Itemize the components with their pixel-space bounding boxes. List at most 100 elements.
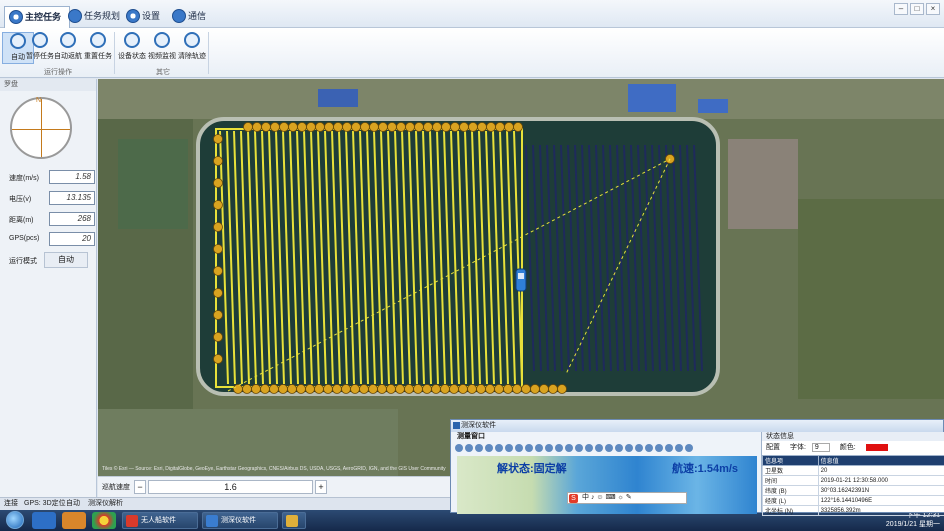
waypoint-marker[interactable] <box>260 384 270 394</box>
waypoint-marker[interactable] <box>548 384 558 394</box>
waypoint-marker[interactable] <box>369 122 379 132</box>
waypoint-marker[interactable] <box>288 122 298 132</box>
toolbar-icon[interactable] <box>535 444 543 452</box>
waypoint-marker[interactable] <box>441 122 451 132</box>
color-swatch[interactable] <box>866 444 888 451</box>
reset-task-button[interactable]: 重置任务 <box>82 32 114 61</box>
waypoint-marker[interactable] <box>341 384 351 394</box>
tab-settings[interactable]: 设置 <box>122 6 168 28</box>
waypoint-marker[interactable] <box>386 384 396 394</box>
waypoint-marker[interactable] <box>360 122 370 132</box>
waypoint-marker[interactable] <box>351 122 361 132</box>
waypoint-marker[interactable] <box>477 122 487 132</box>
toolbar-icon[interactable] <box>565 444 573 452</box>
toolbar-icon[interactable] <box>515 444 523 452</box>
clear-track-button[interactable]: 清除轨迹 <box>176 32 208 61</box>
waypoint-marker[interactable] <box>431 384 441 394</box>
waypoint-marker[interactable] <box>458 384 468 394</box>
waypoint-marker[interactable] <box>459 122 469 132</box>
waypoint-marker[interactable] <box>494 384 504 394</box>
toolbar-icon[interactable] <box>675 444 683 452</box>
explorer-icon[interactable] <box>32 512 56 529</box>
font-size-select[interactable]: 9 <box>811 443 830 452</box>
tab-communication[interactable]: 通信 <box>168 6 214 28</box>
waypoint-marker[interactable] <box>269 384 279 394</box>
waypoint-marker[interactable] <box>539 384 549 394</box>
ime-toolbar[interactable]: S 中 ♪ ☺ ⌨ ☼ ✎ <box>567 492 687 504</box>
toolbar-icon[interactable] <box>605 444 613 452</box>
waypoint-marker[interactable] <box>485 384 495 394</box>
toolbar-icon[interactable] <box>655 444 663 452</box>
taskbar-item-sonar-software[interactable]: 测深仪软件 <box>202 512 278 529</box>
waypoint-marker[interactable] <box>378 122 388 132</box>
search-icon[interactable] <box>62 512 86 529</box>
tab-main-task[interactable]: 主控任务 <box>4 6 71 28</box>
maximize-button[interactable]: □ <box>910 3 924 15</box>
waypoint-marker[interactable] <box>467 384 477 394</box>
waypoint-marker[interactable] <box>278 384 288 394</box>
waypoint-marker[interactable] <box>476 384 486 394</box>
satellite-map[interactable]: Tiles © Esri — Source: Esri, DigitalGlob… <box>98 79 944 476</box>
start-button[interactable] <box>6 511 24 529</box>
toolbar-icon[interactable] <box>485 444 493 452</box>
boat-icon[interactable] <box>515 268 527 292</box>
waypoint-marker[interactable] <box>404 384 414 394</box>
speed-decrease-button[interactable]: − <box>134 480 146 494</box>
cruise-speed-input[interactable]: 1.6 <box>148 480 313 494</box>
waypoint-marker[interactable] <box>396 122 406 132</box>
waypoint-marker[interactable] <box>468 122 478 132</box>
toolbar-icon[interactable] <box>645 444 653 452</box>
waypoint-marker[interactable] <box>387 122 397 132</box>
waypoint-marker[interactable] <box>359 384 369 394</box>
waypoint-marker[interactable] <box>432 122 442 132</box>
waypoint-marker[interactable] <box>377 384 387 394</box>
waypoint-marker[interactable] <box>213 134 223 144</box>
waypoint-marker[interactable] <box>213 244 223 254</box>
waypoint-marker[interactable] <box>242 384 252 394</box>
toolbar-icon[interactable] <box>635 444 643 452</box>
waypoint-marker[interactable] <box>350 384 360 394</box>
waypoint-marker[interactable] <box>486 122 496 132</box>
waypoint-marker[interactable] <box>279 122 289 132</box>
waypoint-marker[interactable] <box>305 384 315 394</box>
waypoint-marker[interactable] <box>213 266 223 276</box>
run-mode-button[interactable]: 自动 <box>44 252 88 268</box>
close-button[interactable]: × <box>926 3 940 15</box>
waypoint-marker[interactable] <box>503 384 513 394</box>
sonar-echogram[interactable]: 解状态:固定解 航速:1.54m/s S 中 ♪ ☺ ⌨ ☼ ✎ <box>457 456 757 514</box>
toolbar-icon[interactable] <box>545 444 553 452</box>
waypoint-marker[interactable] <box>314 384 324 394</box>
map-canvas[interactable]: Tiles © Esri — Source: Esri, DigitalGlob… <box>98 79 944 476</box>
waypoint-marker[interactable] <box>368 384 378 394</box>
toolbar-icon[interactable] <box>495 444 503 452</box>
waypoint-marker[interactable] <box>342 122 352 132</box>
waypoint-marker[interactable] <box>243 122 253 132</box>
waypoint-marker[interactable] <box>422 384 432 394</box>
waypoint-marker[interactable] <box>530 384 540 394</box>
waypoint-marker[interactable] <box>495 122 505 132</box>
waypoint-marker[interactable] <box>521 384 531 394</box>
toolbar-icon[interactable] <box>525 444 533 452</box>
waypoint-marker[interactable] <box>213 156 223 166</box>
waypoint-marker[interactable] <box>297 122 307 132</box>
waypoint-marker[interactable] <box>296 384 306 394</box>
waypoint-marker[interactable] <box>213 332 223 342</box>
video-monitor-button[interactable]: 视频监视 <box>146 32 178 61</box>
toolbar-icon[interactable] <box>595 444 603 452</box>
waypoint-marker[interactable] <box>213 222 223 232</box>
waypoint-marker[interactable] <box>450 122 460 132</box>
toolbar-icon[interactable] <box>505 444 513 452</box>
waypoint-marker[interactable] <box>270 122 280 132</box>
chrome-icon[interactable] <box>92 512 116 529</box>
tab-task-planning[interactable]: 任务规划 <box>64 6 128 28</box>
toolbar-icon[interactable] <box>455 444 463 452</box>
waypoint-marker[interactable] <box>557 384 567 394</box>
waypoint-marker[interactable] <box>213 288 223 298</box>
toolbar-icon[interactable] <box>575 444 583 452</box>
waypoint-marker[interactable] <box>323 384 333 394</box>
toolbar-icon[interactable] <box>685 444 693 452</box>
toolbar-icon[interactable] <box>465 444 473 452</box>
waypoint-marker[interactable] <box>504 122 514 132</box>
sonar-window-titlebar[interactable]: 测深仪软件 <box>451 420 943 432</box>
waypoint-marker[interactable] <box>332 384 342 394</box>
